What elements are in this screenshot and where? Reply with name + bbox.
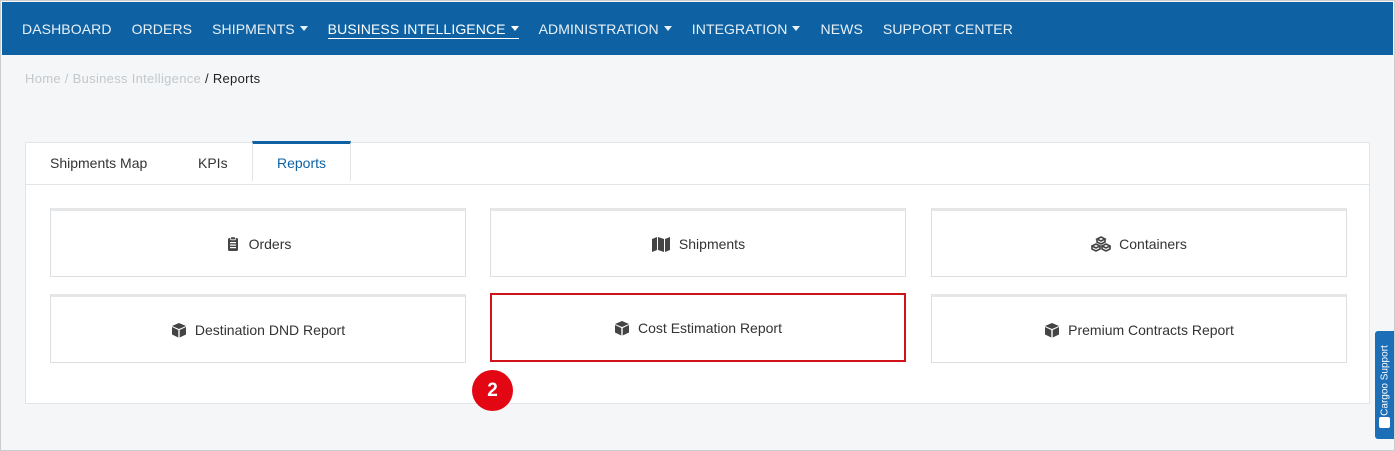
chat-icon bbox=[1379, 417, 1390, 428]
tab-kpis-label: KPIs bbox=[198, 155, 228, 171]
tab-shipments-map-label: Shipments Map bbox=[50, 155, 148, 171]
box-icon bbox=[171, 322, 187, 338]
box-icon bbox=[614, 320, 630, 336]
report-premium-contracts-label: Premium Contracts Report bbox=[1068, 321, 1234, 338]
clipboard-icon bbox=[225, 235, 241, 252]
nav-business-intelligence[interactable]: BUSINESS INTELLIGENCE bbox=[327, 20, 519, 39]
report-orders-label: Orders bbox=[248, 235, 292, 252]
tab-bar: Shipments Map KPIs Reports bbox=[26, 141, 1369, 185]
tab-reports[interactable]: Reports bbox=[252, 141, 351, 181]
nav-administration[interactable]: ADMINISTRATION bbox=[539, 21, 672, 37]
report-containers-label: Containers bbox=[1119, 235, 1187, 252]
report-destination-dnd-button[interactable]: Destination DND Report bbox=[50, 294, 466, 363]
reports-card: Shipments Map KPIs Reports Orders Shipme… bbox=[25, 141, 1370, 404]
chevron-down-icon bbox=[663, 26, 672, 31]
nav-orders-label: ORDERS bbox=[131, 20, 193, 37]
nav-news-label: NEWS bbox=[820, 20, 863, 37]
report-shipments-label: Shipments bbox=[678, 235, 746, 252]
nav-dashboard-label: DASHBOARD bbox=[22, 20, 112, 37]
nav-support-center-label: SUPPORT CENTER bbox=[882, 20, 1013, 37]
nav-orders[interactable]: ORDERS bbox=[132, 21, 193, 37]
chevron-down-icon bbox=[510, 26, 519, 31]
breadcrumb-home[interactable]: Home bbox=[25, 71, 61, 86]
chevron-down-icon bbox=[792, 26, 801, 31]
cargoo-support-tab[interactable]: Cargoo Support bbox=[1375, 331, 1394, 439]
tab-shipments-map[interactable]: Shipments Map bbox=[50, 143, 147, 184]
map-icon bbox=[651, 236, 671, 252]
report-cost-estimation-button[interactable]: Cost Estimation Report bbox=[490, 293, 906, 362]
top-navigation: DASHBOARD ORDERS SHIPMENTS BUSINESS INTE… bbox=[2, 2, 1393, 55]
report-containers-button[interactable]: Containers bbox=[931, 208, 1347, 277]
report-premium-contracts-button[interactable]: Premium Contracts Report bbox=[931, 294, 1347, 363]
report-orders-button[interactable]: Orders bbox=[50, 208, 466, 277]
breadcrumb-separator: / bbox=[201, 71, 213, 86]
nav-shipments-label: SHIPMENTS bbox=[212, 20, 295, 37]
chevron-down-icon bbox=[299, 26, 308, 31]
breadcrumb-current: Reports bbox=[212, 71, 261, 86]
tab-reports-label: Reports bbox=[276, 155, 327, 171]
nav-integration-label: INTEGRATION bbox=[691, 20, 788, 37]
step-badge: 2 bbox=[472, 370, 513, 411]
breadcrumb: Home / Business Intelligence / Reports bbox=[25, 71, 260, 86]
tab-kpis[interactable]: KPIs bbox=[198, 143, 228, 184]
nav-support-center[interactable]: SUPPORT CENTER bbox=[883, 21, 1013, 37]
nav-administration-label: ADMINISTRATION bbox=[538, 20, 659, 37]
cubes-icon bbox=[1091, 235, 1112, 252]
report-cost-estimation-label: Cost Estimation Report bbox=[638, 319, 782, 336]
report-shipments-button[interactable]: Shipments bbox=[490, 208, 906, 277]
nav-news[interactable]: NEWS bbox=[820, 21, 862, 37]
nav-dashboard[interactable]: DASHBOARD bbox=[22, 21, 112, 37]
nav-business-intelligence-label: BUSINESS INTELLIGENCE bbox=[327, 20, 506, 37]
cargoo-support-label: Cargoo Support bbox=[1379, 345, 1391, 416]
breadcrumb-separator: / bbox=[60, 71, 73, 86]
nav-shipments[interactable]: SHIPMENTS bbox=[212, 21, 308, 37]
report-destination-dnd-label: Destination DND Report bbox=[194, 321, 346, 338]
box-icon bbox=[1044, 322, 1060, 338]
breadcrumb-business-intelligence[interactable]: Business Intelligence bbox=[73, 71, 201, 86]
nav-integration[interactable]: INTEGRATION bbox=[692, 21, 801, 37]
